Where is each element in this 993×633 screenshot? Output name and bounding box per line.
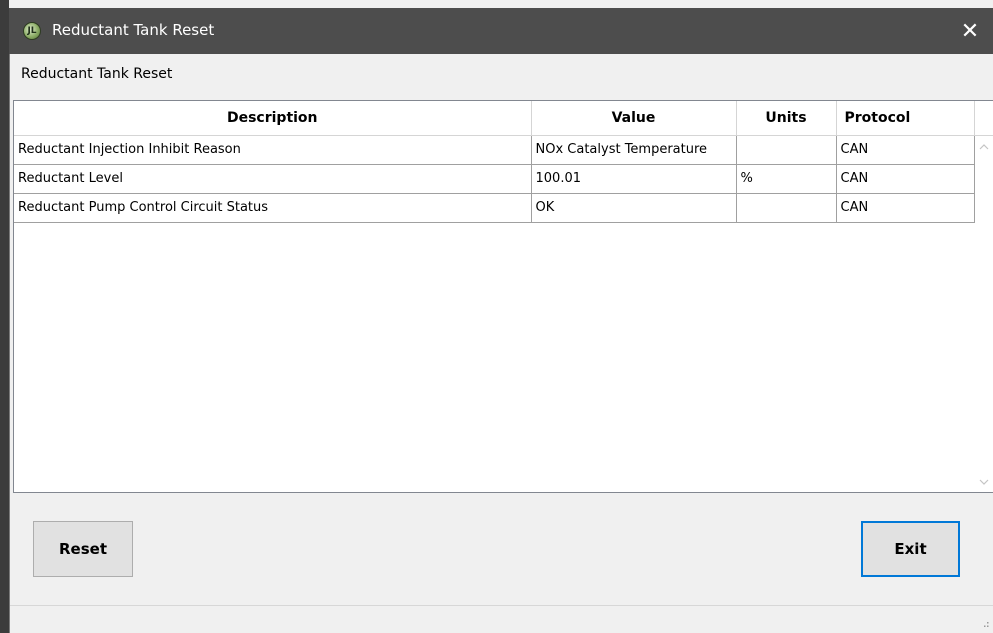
exit-button[interactable]: Exit xyxy=(861,521,960,577)
cell-value: OK xyxy=(531,193,737,223)
table-header-row: Description Value Units Protocol xyxy=(14,101,975,136)
column-header-protocol[interactable]: Protocol xyxy=(836,101,975,136)
title-bar[interactable]: JL Reductant Tank Reset ✕ xyxy=(9,8,993,54)
cell-value: NOx Catalyst Temperature xyxy=(531,135,737,165)
window-frame-line xyxy=(9,54,10,633)
reductant-tank-reset-window: JL Reductant Tank Reset ✕ Reductant Tank… xyxy=(0,0,993,633)
table-row[interactable]: Reductant Pump Control Circuit Status OK… xyxy=(14,193,975,223)
cell-description: Reductant Injection Inhibit Reason xyxy=(14,135,532,165)
status-bar xyxy=(10,605,993,633)
table-row[interactable]: Reductant Injection Inhibit Reason NOx C… xyxy=(14,135,975,165)
column-header-value[interactable]: Value xyxy=(531,101,737,136)
reset-button[interactable]: Reset xyxy=(33,521,133,577)
scroll-up-icon[interactable] xyxy=(975,138,993,156)
cell-protocol: CAN xyxy=(836,193,975,223)
cell-protocol: CAN xyxy=(836,135,975,165)
column-header-units[interactable]: Units xyxy=(736,101,837,136)
parameters-table: Description Value Units Protocol Reducta… xyxy=(14,101,975,223)
app-logo-icon: JL xyxy=(23,22,41,40)
page-title: Reductant Tank Reset xyxy=(21,66,173,82)
window-title: Reductant Tank Reset xyxy=(52,21,215,39)
header-filler xyxy=(975,101,993,136)
table-row[interactable]: Reductant Level 100.01 % CAN xyxy=(14,164,975,194)
scroll-down-icon[interactable] xyxy=(975,473,993,491)
cell-description: Reductant Pump Control Circuit Status xyxy=(14,193,532,223)
cell-units xyxy=(736,135,837,165)
parameters-grid[interactable]: Description Value Units Protocol Reducta… xyxy=(13,100,993,493)
column-header-description[interactable]: Description xyxy=(14,101,532,136)
cell-units xyxy=(736,193,837,223)
resize-grip-icon[interactable] xyxy=(981,620,989,629)
vertical-scrollbar[interactable] xyxy=(975,136,993,492)
cell-description: Reductant Level xyxy=(14,164,532,194)
cell-value: 100.01 xyxy=(531,164,737,194)
cell-protocol: CAN xyxy=(836,164,975,194)
window-left-border xyxy=(0,0,9,633)
close-icon[interactable]: ✕ xyxy=(947,8,993,54)
cell-units: % xyxy=(736,164,837,194)
